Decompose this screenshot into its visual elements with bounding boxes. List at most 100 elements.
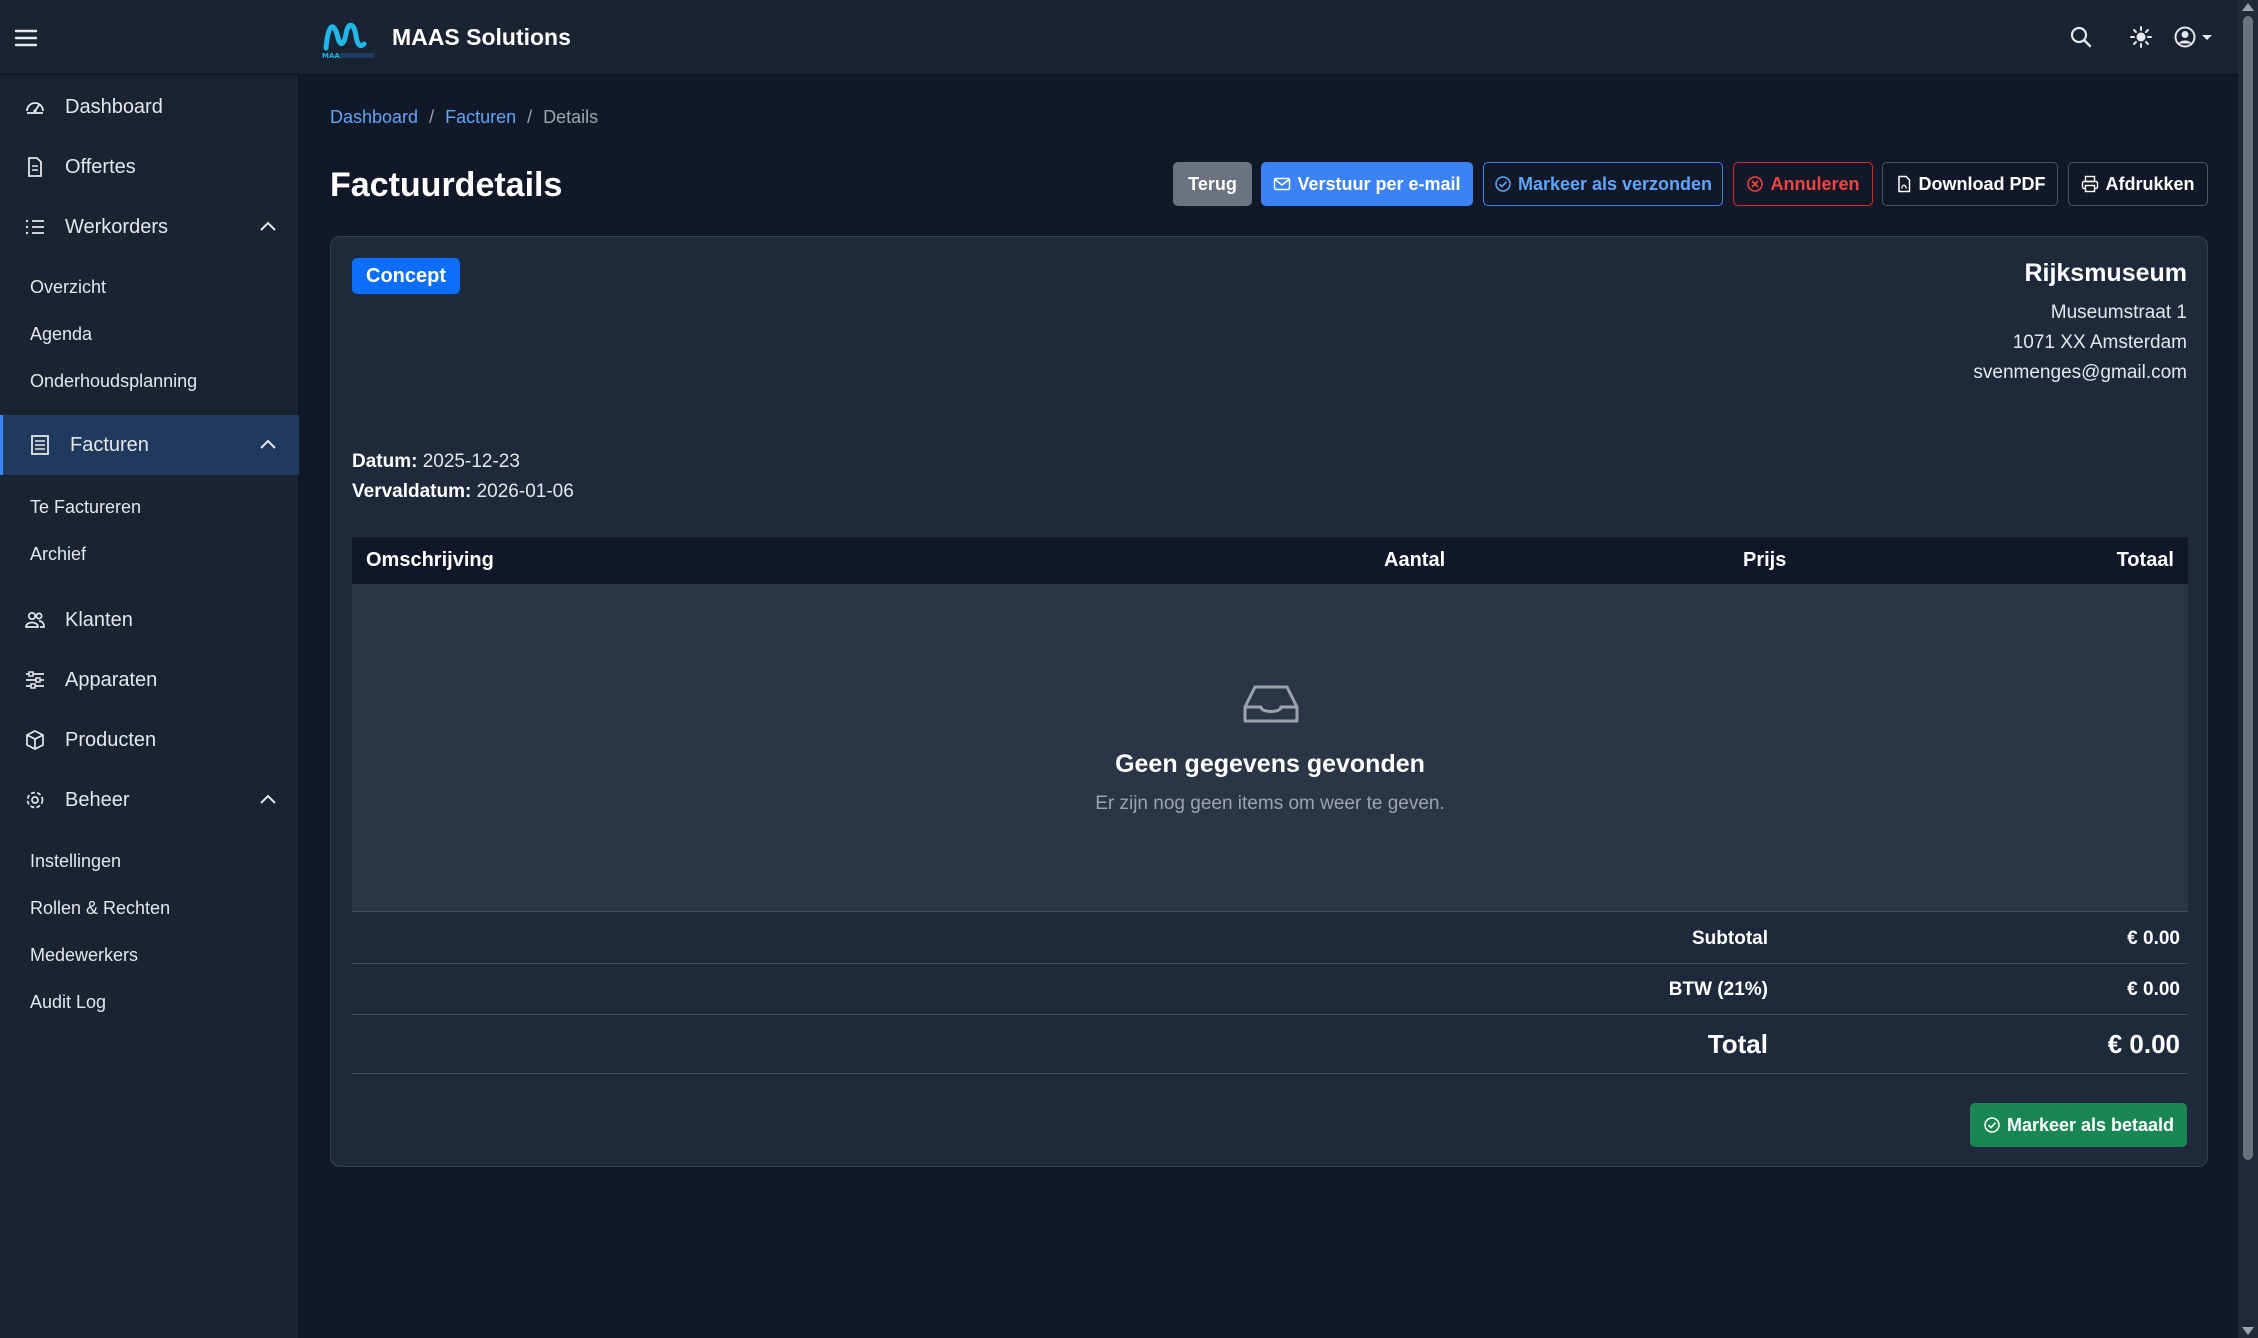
empty-state: Geen gegevens gevonden Er zijn nog geen … bbox=[352, 584, 2188, 912]
invoice-due-value: 2026-01-06 bbox=[476, 481, 574, 502]
invoice-card: Concept Rijksmuseum Museumstraat 1 1071 … bbox=[330, 236, 2208, 1167]
customer-email: svenmenges@gmail.com bbox=[1973, 362, 2187, 383]
sidebar-item-dashboard[interactable]: Dashboard bbox=[0, 77, 299, 137]
inbox-icon bbox=[1239, 679, 1303, 729]
scrollbar-thumb[interactable] bbox=[2243, 16, 2253, 1160]
top-bar: MAAS MAAS Solutions bbox=[0, 0, 2238, 75]
invoice-date-label: Datum: bbox=[352, 451, 418, 472]
sidebar-item-label: Offertes bbox=[65, 155, 136, 178]
total-value: € 0.00 bbox=[2107, 1029, 2180, 1059]
sidebar-subitem-instellingen[interactable]: Instellingen bbox=[30, 851, 121, 872]
file-pdf-icon bbox=[1895, 175, 1913, 193]
total-label: Total bbox=[1707, 1029, 1768, 1059]
check-circle-icon bbox=[1983, 1116, 2001, 1134]
chevron-up-icon[interactable] bbox=[258, 435, 278, 455]
column-header-price: Prijs bbox=[1743, 549, 1787, 571]
print-button[interactable]: Afdrukken bbox=[2068, 162, 2208, 206]
back-button-label: Terug bbox=[1188, 173, 1237, 194]
sidebar-item-producten[interactable]: Producten bbox=[0, 710, 299, 770]
mark-paid-button[interactable]: Markeer als betaald bbox=[1970, 1103, 2187, 1147]
subtotal-label: Subtotal bbox=[1692, 928, 1768, 949]
list-icon bbox=[24, 216, 46, 238]
page-title: Factuurdetails bbox=[330, 166, 563, 204]
sidebar-item-label: Producten bbox=[65, 728, 157, 751]
subtotal-value: € 0.00 bbox=[2127, 928, 2180, 949]
download-pdf-label: Download PDF bbox=[1918, 173, 2046, 194]
scroll-down-arrow-icon[interactable] bbox=[2242, 1327, 2254, 1335]
sidebar-subitem-onderhoudsplanning[interactable]: Onderhoudsplanning bbox=[30, 371, 197, 392]
sidebar-item-label: Apparaten bbox=[65, 668, 158, 691]
sidebar-item-label: Klanten bbox=[65, 608, 133, 631]
vat-value: € 0.00 bbox=[2127, 979, 2180, 1000]
sidebar-subitem-archief[interactable]: Archief bbox=[30, 544, 86, 565]
vat-row: BTW (21%) € 0.00 bbox=[352, 964, 2188, 1015]
invoice-due-date: Vervaldatum: 2026-01-06 bbox=[352, 481, 574, 503]
vat-label: BTW (21%) bbox=[1668, 979, 1768, 1000]
sidebar-item-apparaten[interactable]: Apparaten bbox=[0, 650, 299, 710]
send-email-button[interactable]: Verstuur per e-mail bbox=[1261, 162, 1473, 206]
x-circle-icon bbox=[1746, 175, 1764, 193]
hamburger-icon[interactable] bbox=[12, 24, 40, 52]
sidebar-item-beheer[interactable]: Beheer bbox=[0, 770, 299, 830]
speedometer-icon bbox=[24, 96, 46, 118]
sidebar: Dashboard Offertes Werkorders Overzicht … bbox=[0, 75, 299, 1338]
empty-state-title: Geen gegevens gevonden bbox=[1115, 750, 1425, 778]
sidebar-subitem-te-factureren[interactable]: Te Factureren bbox=[30, 497, 141, 518]
sidebar-subitem-overzicht[interactable]: Overzicht bbox=[30, 277, 106, 298]
column-header-total: Totaal bbox=[2116, 549, 2174, 571]
invoice-date-value: 2025-12-23 bbox=[422, 451, 520, 472]
chevron-up-icon[interactable] bbox=[258, 790, 278, 810]
sidebar-item-label: Dashboard bbox=[65, 95, 163, 118]
total-row: Total € 0.00 bbox=[352, 1015, 2188, 1074]
cancel-button[interactable]: Annuleren bbox=[1733, 162, 1873, 206]
column-header-quantity: Aantal bbox=[1384, 549, 1446, 571]
invoice-due-label: Vervaldatum: bbox=[352, 481, 472, 502]
invoice-date: Datum: 2025-12-23 bbox=[352, 451, 520, 473]
mark-paid-label: Markeer als betaald bbox=[2006, 1114, 2175, 1135]
print-label: Afdrukken bbox=[2105, 173, 2195, 194]
sidebar-subitem-agenda[interactable]: Agenda bbox=[30, 324, 92, 345]
status-badge: Concept bbox=[352, 258, 460, 294]
sidebar-item-klanten[interactable]: Klanten bbox=[0, 590, 299, 650]
customer-name: Rijksmuseum bbox=[2024, 259, 2187, 287]
gear-icon bbox=[24, 789, 46, 811]
printer-icon bbox=[2081, 175, 2099, 193]
sidebar-subitem-audit-log[interactable]: Audit Log bbox=[30, 992, 106, 1013]
breadcrumb-link-dashboard[interactable]: Dashboard bbox=[330, 107, 418, 128]
sidebar-item-offertes[interactable]: Offertes bbox=[0, 137, 299, 197]
brand-logo[interactable]: MAAS bbox=[320, 14, 378, 60]
breadcrumb-current: Details bbox=[543, 107, 599, 127]
mark-sent-label: Markeer als verzonden bbox=[1517, 173, 1713, 194]
sidebar-item-label: Beheer bbox=[65, 788, 130, 811]
breadcrumb-separator: / bbox=[429, 107, 435, 127]
breadcrumb-link-facturen[interactable]: Facturen bbox=[445, 107, 516, 128]
sidebar-subitem-rollen-rechten[interactable]: Rollen & Rechten bbox=[30, 898, 170, 919]
check-circle-icon bbox=[1494, 175, 1512, 193]
download-pdf-button[interactable]: Download PDF bbox=[1882, 162, 2058, 206]
mark-sent-button[interactable]: Markeer als verzonden bbox=[1483, 162, 1723, 206]
device-icon bbox=[24, 669, 46, 691]
page-scrollbar[interactable] bbox=[2238, 0, 2258, 1338]
sidebar-item-facturen[interactable]: Facturen bbox=[0, 415, 299, 475]
customer-city: 1071 XX Amsterdam bbox=[2012, 332, 2187, 353]
sidebar-subitem-medewerkers[interactable]: Medewerkers bbox=[30, 945, 138, 966]
sidebar-item-werkorders[interactable]: Werkorders bbox=[0, 197, 299, 257]
scroll-up-arrow-icon[interactable] bbox=[2242, 3, 2254, 11]
document-icon bbox=[24, 156, 46, 178]
user-circle-icon[interactable] bbox=[2171, 22, 2217, 52]
sidebar-item-label: Werkorders bbox=[65, 215, 168, 238]
brand-name[interactable]: MAAS Solutions bbox=[392, 24, 571, 51]
back-button[interactable]: Terug bbox=[1173, 162, 1252, 206]
items-table-header: Omschrijving Aantal Prijs Totaal bbox=[352, 537, 2188, 584]
breadcrumb-separator: / bbox=[527, 107, 533, 127]
send-email-label: Verstuur per e-mail bbox=[1297, 173, 1461, 194]
chevron-up-icon[interactable] bbox=[258, 217, 278, 237]
sun-icon[interactable] bbox=[2126, 22, 2156, 52]
invoice-icon bbox=[29, 434, 51, 456]
search-icon[interactable] bbox=[2066, 22, 2096, 52]
cancel-label: Annuleren bbox=[1770, 173, 1860, 194]
sidebar-item-label: Facturen bbox=[70, 433, 149, 456]
empty-state-text: Er zijn nog geen items om weer te geven. bbox=[1095, 793, 1445, 814]
breadcrumb: Dashboard / Facturen / Details bbox=[330, 107, 598, 128]
customer-address: Museumstraat 1 bbox=[2050, 302, 2187, 323]
